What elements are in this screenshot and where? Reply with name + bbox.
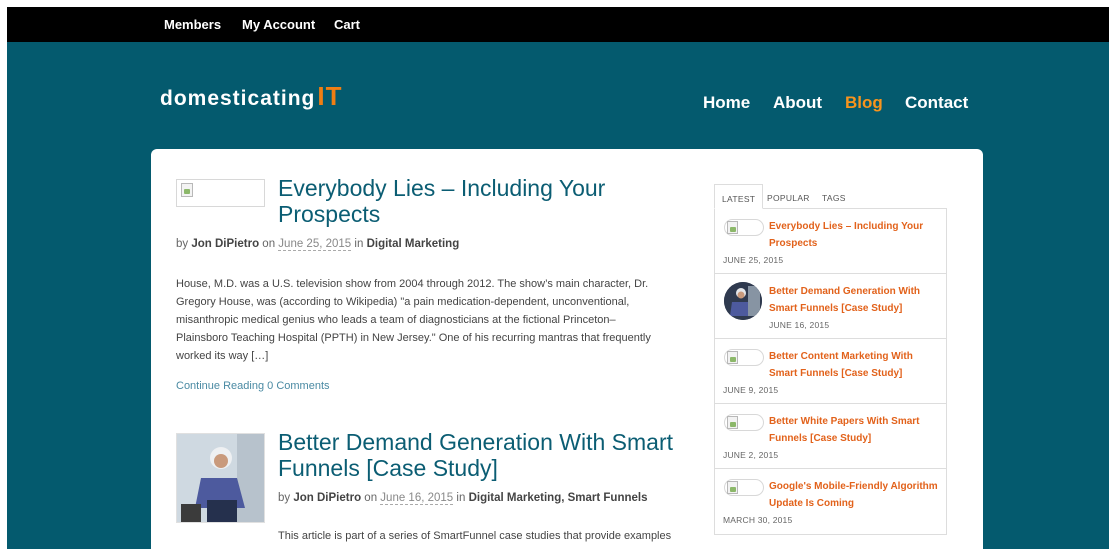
list-item: Better Content Marketing With Smart Funn…	[715, 339, 946, 404]
meta-on: on	[364, 492, 378, 504]
list-item-date: MARCH 30, 2015	[723, 515, 793, 525]
list-item-link[interactable]: Better Demand Generation With Smart Funn…	[769, 283, 939, 317]
post-categories[interactable]: Digital Marketing, Smart Funnels	[469, 492, 648, 504]
meta-in: in	[456, 492, 466, 504]
post-categories[interactable]: Digital Marketing	[367, 238, 460, 250]
site-logo[interactable]: domesticatingIT	[160, 81, 342, 112]
tab-latest[interactable]: LATEST	[714, 184, 764, 209]
post-meta: by Jon DiPietro on June 25, 2015 in Digi…	[176, 238, 460, 251]
page-frame: Members My Account Cart domesticatingIT …	[7, 7, 1109, 549]
post-title[interactable]: Everybody Lies – Including Your Prospect…	[278, 175, 678, 227]
list-item-date: JUNE 2, 2015	[723, 450, 779, 460]
content-card: Everybody Lies – Including Your Prospect…	[151, 149, 983, 549]
broken-image-icon	[727, 351, 738, 364]
list-item-link[interactable]: Google's Mobile-Friendly Algorithm Updat…	[769, 478, 939, 512]
list-item-thumbnail[interactable]	[724, 219, 764, 236]
list-item-date: JUNE 16, 2015	[769, 320, 830, 330]
comments-link[interactable]: 0 Comments	[267, 380, 329, 392]
nav-home[interactable]: Home	[703, 93, 750, 113]
nav-contact[interactable]: Contact	[905, 93, 968, 113]
post-date: June 25, 2015	[278, 238, 352, 251]
post-title[interactable]: Better Demand Generation With Smart Funn…	[278, 429, 678, 481]
cart-link[interactable]: Cart	[334, 17, 360, 32]
author-photo-image	[724, 282, 762, 320]
post-thumbnail-photo[interactable]	[176, 433, 265, 523]
list-item: Google's Mobile-Friendly Algorithm Updat…	[715, 469, 946, 534]
members-link[interactable]: Members	[164, 17, 221, 32]
post-date: June 16, 2015	[380, 492, 454, 505]
my-account-link[interactable]: My Account	[242, 17, 315, 32]
list-item-link[interactable]: Better White Papers With Smart Funnels […	[769, 413, 939, 447]
list-item: Better White Papers With Smart Funnels […	[715, 404, 946, 469]
broken-image-icon	[181, 183, 193, 197]
meta-by: by	[176, 238, 189, 250]
list-item-date: JUNE 25, 2015	[723, 255, 784, 265]
meta-in: in	[354, 238, 364, 250]
list-item: Better Demand Generation With Smart Funn…	[715, 274, 946, 339]
list-item-thumbnail[interactable]	[724, 414, 764, 431]
meta-on: on	[262, 238, 276, 250]
tab-popular[interactable]: POPULAR	[767, 184, 810, 209]
tab-tags[interactable]: TAGS	[822, 184, 846, 209]
top-bar: Members My Account Cart	[7, 7, 1109, 42]
post-meta: by Jon DiPietro on June 16, 2015 in Digi…	[278, 492, 648, 505]
sidebar-tabs: LATEST POPULAR TAGS	[714, 184, 947, 209]
list-item-link[interactable]: Everybody Lies – Including Your Prospect…	[769, 218, 939, 252]
broken-image-icon	[727, 221, 738, 234]
logo-accent: IT	[317, 81, 343, 111]
latest-posts-list: Everybody Lies – Including Your Prospect…	[714, 208, 947, 535]
post-excerpt: House, M.D. was a U.S. television show f…	[176, 278, 651, 362]
list-item-date: JUNE 9, 2015	[723, 385, 779, 395]
broken-image-icon	[727, 481, 738, 494]
logo-wordmark: domesticating	[160, 87, 316, 110]
sidebar-widget: LATEST POPULAR TAGS Everybody Lies – Inc…	[714, 184, 947, 536]
post-thumbnail-broken[interactable]	[176, 179, 265, 207]
nav-blog[interactable]: Blog	[845, 93, 883, 113]
list-item-thumbnail[interactable]	[724, 479, 764, 496]
broken-image-icon	[727, 416, 738, 429]
continue-reading-link[interactable]: Continue Reading	[176, 380, 264, 392]
list-item-link[interactable]: Better Content Marketing With Smart Funn…	[769, 348, 939, 382]
list-item-thumbnail[interactable]	[724, 349, 764, 366]
post-excerpt: This article is part of a series of Smar…	[278, 530, 672, 542]
post-author[interactable]: Jon DiPietro	[191, 238, 259, 250]
list-item-thumbnail[interactable]	[724, 282, 762, 320]
list-item: Everybody Lies – Including Your Prospect…	[715, 209, 946, 274]
post-links: Continue Reading 0 Comments	[176, 380, 330, 392]
post-author[interactable]: Jon DiPietro	[293, 492, 361, 504]
meta-by: by	[278, 492, 291, 504]
nav-about[interactable]: About	[773, 93, 822, 113]
author-photo-image	[177, 434, 264, 522]
